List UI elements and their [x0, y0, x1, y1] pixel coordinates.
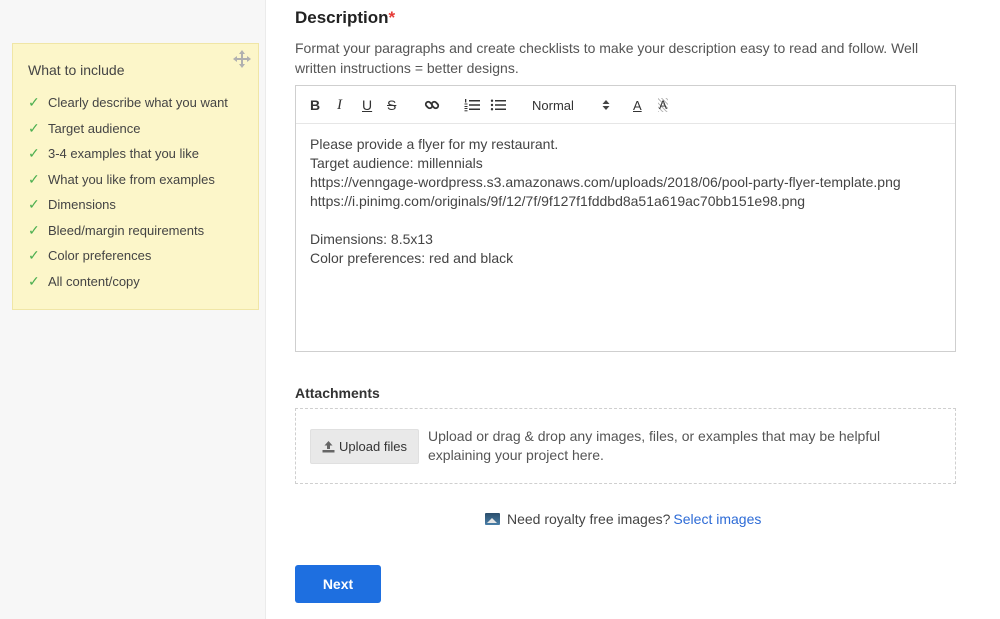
link-icon [424, 100, 440, 110]
italic-button[interactable]: I [337, 95, 342, 115]
check-icon: ✓ [28, 94, 40, 111]
attachments-title: Attachments [295, 385, 380, 401]
tips-item: ✓ Color preferences [28, 247, 152, 264]
tips-item: ✓ What you like from examples [28, 170, 215, 187]
move-icon[interactable] [232, 49, 252, 69]
font-color-icon: A [633, 97, 642, 113]
background-color-icon: A [658, 98, 669, 112]
bullet-list-button[interactable] [490, 95, 506, 115]
font-size-select[interactable]: Normal [532, 95, 610, 115]
ordered-list-button[interactable] [464, 95, 480, 115]
background-color-button[interactable]: A [658, 95, 669, 115]
check-icon: ✓ [28, 145, 40, 162]
what-to-include-panel: What to include ✓ Clearly describe what y… [12, 43, 259, 310]
bold-button[interactable]: B [310, 95, 320, 115]
upload-help: Upload or drag & drop any images, files,… [428, 428, 881, 463]
link-button[interactable] [424, 95, 440, 115]
description-textarea[interactable]: Please provide a flyer for my restaurant… [296, 124, 955, 279]
tips-item: ✓ 3-4 examples that you like [28, 145, 200, 162]
royalty-free-images: Need royalty free images? Select images [485, 511, 761, 527]
upload-dropzone[interactable]: Upload files Upload or drag & drop any i… [295, 408, 956, 484]
check-icon: ✓ [28, 119, 40, 136]
font-color-button[interactable]: A [633, 95, 642, 115]
tips-item: ✓ All content/copy [28, 272, 140, 289]
check-icon: ✓ [28, 247, 40, 264]
bullet-list-icon [490, 99, 506, 111]
check-icon: ✓ [28, 170, 40, 187]
upload-icon [322, 440, 335, 452]
sort-arrows-icon [602, 100, 610, 110]
tips-item: ✓ Target audience [28, 119, 141, 136]
upload-files-button[interactable]: Upload files [310, 429, 419, 464]
required-mark: * [388, 8, 396, 27]
next-button[interactable]: Next [295, 565, 381, 603]
description-help: Format your paragraphs and create checkl… [295, 40, 919, 76]
editor-toolbar: B I U S Normal A A [296, 86, 955, 124]
description-editor: B I U S Normal A A Please provide a flye… [295, 85, 956, 352]
tips-item: ✓ Bleed/margin requirements [28, 221, 205, 238]
description-title: Description* [295, 8, 396, 27]
check-icon: ✓ [28, 221, 40, 238]
royalty-text: Need royalty free images? [507, 511, 671, 527]
tips-item: ✓ Dimensions [28, 196, 116, 213]
ordered-list-icon [464, 99, 480, 112]
underline-button[interactable]: U [362, 95, 372, 115]
tips-item: ✓ Clearly describe what you want [28, 94, 228, 111]
strikethrough-button[interactable]: S [387, 95, 396, 115]
select-images-link[interactable]: Select images [673, 511, 761, 527]
left-column: What to include ✓ Clearly describe what y… [0, 0, 266, 619]
tips-title: What to include [28, 62, 125, 78]
image-icon [485, 513, 500, 525]
check-icon: ✓ [28, 272, 40, 289]
tips-list: ✓ Clearly describe what you want ✓ Target … [28, 90, 228, 294]
check-icon: ✓ [28, 196, 40, 213]
